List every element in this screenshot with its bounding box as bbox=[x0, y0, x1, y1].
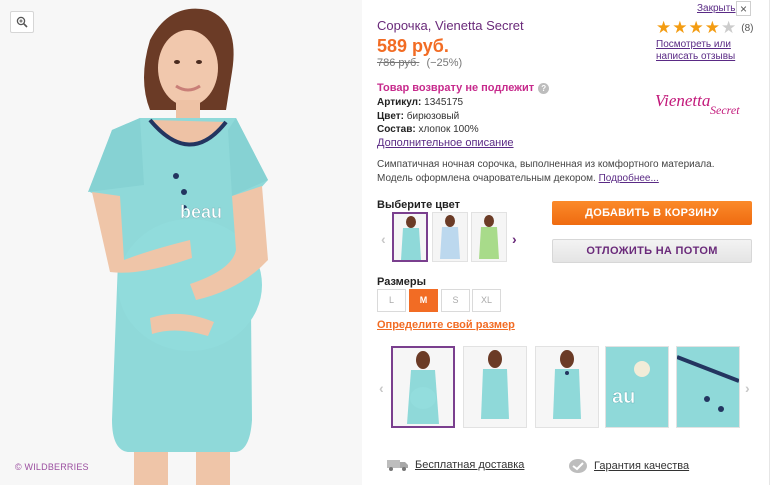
size-option[interactable]: XL bbox=[472, 289, 501, 312]
no-return-text: Товар возврату не подлежит bbox=[377, 82, 535, 94]
brand-logo[interactable]: Vienetta Secret bbox=[655, 83, 751, 119]
model-illustration: beau bbox=[0, 0, 362, 485]
spec-composition: Состав: хлопок 100% bbox=[377, 124, 479, 135]
close-link[interactable]: Закрыть bbox=[697, 3, 736, 14]
star-icon: ★ bbox=[672, 18, 688, 37]
close-icon[interactable]: × bbox=[736, 1, 751, 16]
gallery-thumbnail[interactable] bbox=[676, 346, 740, 428]
spec-article: Артикул: 1345175 bbox=[377, 97, 463, 108]
star-icon: ★ bbox=[688, 18, 704, 37]
spec-label: Состав: bbox=[377, 124, 416, 135]
star-icon: ★ bbox=[656, 18, 672, 37]
spec-value: хлопок 100% bbox=[418, 124, 479, 135]
no-return-notice: Товар возврату не подлежит ? bbox=[377, 82, 550, 94]
size-option[interactable]: S bbox=[441, 289, 470, 312]
additional-description-link[interactable]: Дополнительное описание bbox=[377, 137, 514, 149]
chevron-left-icon[interactable]: ‹ bbox=[379, 380, 384, 396]
gallery-thumbnail[interactable]: au bbox=[605, 346, 669, 428]
thumbnail-image bbox=[553, 350, 581, 419]
size-guide-link[interactable]: Определите свой размер bbox=[377, 319, 515, 331]
magnifier-icon bbox=[16, 16, 28, 28]
help-icon[interactable]: ? bbox=[538, 82, 550, 94]
sizes-label: Размеры bbox=[377, 276, 427, 288]
free-delivery-label[interactable]: Бесплатная доставка bbox=[415, 459, 524, 471]
truck-icon bbox=[387, 460, 408, 471]
svg-text:Secret: Secret bbox=[710, 103, 740, 117]
current-price: 589 руб. bbox=[377, 36, 449, 56]
quality-seal-icon bbox=[569, 459, 587, 473]
chevron-right-icon[interactable]: › bbox=[512, 232, 517, 246]
save-for-later-button[interactable]: ОТЛОЖИТЬ НА ПОТОМ bbox=[552, 239, 752, 263]
star-empty-icon: ★ bbox=[721, 18, 737, 37]
gallery-thumbnail[interactable] bbox=[391, 346, 455, 428]
swatch-image bbox=[401, 216, 421, 260]
color-swatch-green[interactable] bbox=[471, 212, 507, 262]
chevron-right-icon[interactable]: › bbox=[745, 380, 750, 396]
quality-guarantee-label[interactable]: Гарантия качества bbox=[594, 460, 689, 472]
discount-badge: (−25%) bbox=[426, 57, 463, 69]
choose-color-label: Выберите цвет bbox=[377, 199, 461, 211]
svg-text:beau: beau bbox=[180, 202, 222, 222]
spec-label: Артикул: bbox=[377, 97, 422, 108]
spec-label: Цвет: bbox=[377, 111, 404, 122]
svg-text:au: au bbox=[612, 386, 635, 408]
review-count: (8) bbox=[741, 22, 754, 34]
free-delivery[interactable]: Бесплатная доставка bbox=[387, 458, 524, 472]
watermark: © WILDBERRIES bbox=[15, 462, 89, 472]
swatch-image bbox=[440, 215, 460, 259]
old-price-row: 786 руб. (−25%) bbox=[377, 57, 462, 69]
old-price: 786 руб. bbox=[377, 57, 420, 69]
main-product-photo[interactable]: beau © WILDBERRIES bbox=[0, 0, 362, 485]
product-description: Симпатичная ночная сорочка, выполненная … bbox=[377, 158, 753, 186]
product-quickview: beau © WILDBERRIES Сорочка, Vienetta Sec… bbox=[0, 0, 770, 485]
color-swatch-blue[interactable] bbox=[432, 212, 468, 262]
thumbnail-image bbox=[677, 347, 739, 427]
thumbnail-image bbox=[481, 350, 509, 419]
star-icon: ★ bbox=[704, 18, 720, 37]
zoom-button[interactable] bbox=[10, 11, 34, 33]
spec-color: Цвет: бирюзовый bbox=[377, 111, 459, 122]
description-text: Симпатичная ночная сорочка, выполненная … bbox=[377, 159, 715, 184]
gallery-thumbnail[interactable] bbox=[463, 346, 527, 428]
spec-value: 1345175 bbox=[424, 97, 464, 108]
spec-value: бирюзовый bbox=[406, 111, 460, 122]
more-link[interactable]: Подробнее... bbox=[599, 173, 659, 184]
size-option[interactable]: L bbox=[377, 289, 406, 312]
size-option-selected[interactable]: M bbox=[409, 289, 438, 312]
color-swatch-turquoise[interactable] bbox=[392, 212, 428, 262]
add-to-cart-button[interactable]: ДОБАВИТЬ В КОРЗИНУ bbox=[552, 201, 752, 225]
swatch-image bbox=[479, 215, 499, 259]
svg-text:Vienetta: Vienetta bbox=[655, 91, 710, 110]
quality-guarantee[interactable]: Гарантия качества bbox=[568, 458, 689, 474]
thumbnail-image bbox=[407, 351, 439, 424]
product-title: Сорочка, Vienetta Secret bbox=[377, 18, 524, 33]
rating-stars: ★ ★ ★ ★ ★ (8) bbox=[656, 18, 754, 37]
chevron-left-icon[interactable]: ‹ bbox=[381, 232, 386, 246]
thumbnail-image: au bbox=[606, 347, 668, 427]
reviews-link[interactable]: Посмотреть или написать отзывы bbox=[656, 39, 756, 63]
gallery-thumbnail[interactable] bbox=[535, 346, 599, 428]
